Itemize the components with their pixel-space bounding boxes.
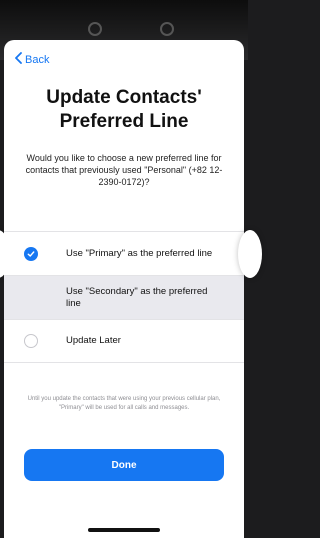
update-contacts-sheet: Back Update Contacts' Preferred Line Wou…: [4, 40, 244, 538]
radio-icon: [24, 334, 38, 348]
right-edge-control: [238, 230, 262, 278]
option-update-later[interactable]: Update Later: [4, 319, 244, 363]
footnote: Until you update the contacts that were …: [27, 396, 221, 411]
checkmark-icon: [24, 246, 38, 261]
option-label: Use "Primary" as the preferred line: [66, 247, 213, 259]
option-selector: [24, 246, 38, 261]
option-label: Update Later: [66, 335, 121, 346]
page-title: Update Contacts' Preferred Line: [4, 86, 244, 134]
option-label: Use "Secondary" as the preferred line: [66, 285, 208, 309]
title-line-1: Update Contacts': [46, 87, 202, 108]
title-line-2: Preferred Line: [59, 111, 189, 132]
option-use-secondary[interactable]: Use "Secondary" as the preferred line: [4, 275, 244, 319]
background-icon: [88, 22, 102, 36]
option-use-primary[interactable]: Use "Primary" as the preferred line: [4, 231, 244, 275]
page-subtitle: Would you like to choose a new preferred…: [25, 153, 223, 187]
done-button[interactable]: Done: [24, 449, 224, 481]
back-button[interactable]: Back: [14, 52, 49, 67]
background-icon: [160, 22, 174, 36]
chevron-left-icon: [14, 52, 23, 67]
back-label: Back: [25, 53, 50, 66]
home-indicator[interactable]: [88, 528, 160, 532]
preferred-line-options: Use "Primary" as the preferred line Use …: [4, 231, 244, 363]
option-selector: [24, 334, 38, 348]
